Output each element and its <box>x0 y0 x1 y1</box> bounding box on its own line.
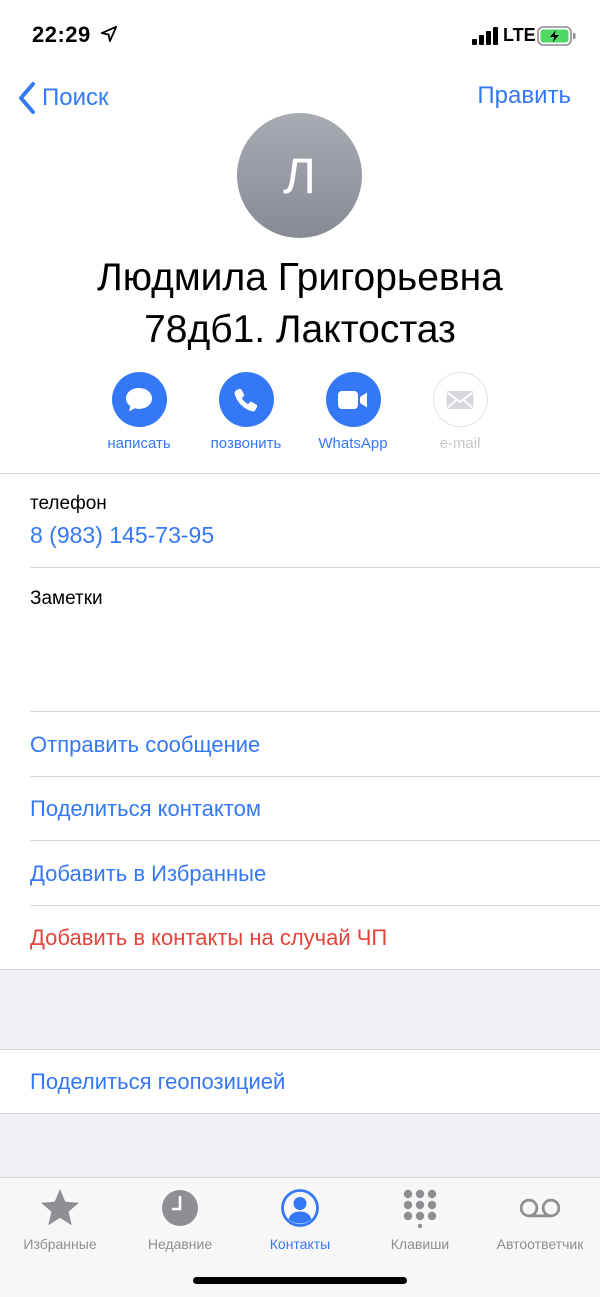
email-action-label: e-mail <box>439 435 481 452</box>
contact-name-line1: Людмила Григорьевна <box>97 256 503 299</box>
tab-voicemail-label: Автоответчик <box>496 1236 584 1252</box>
tab-recents-label: Недавние <box>147 1236 213 1252</box>
whatsapp-action-button[interactable]: WhatsApp <box>298 372 408 452</box>
phone-divider <box>30 567 600 568</box>
envelope-icon <box>446 390 474 409</box>
phone-icon <box>234 388 258 411</box>
battery-charging-icon <box>537 26 576 46</box>
phone-label: телефон <box>30 493 107 514</box>
whatsapp-action-circle <box>325 372 381 427</box>
keypad-icon <box>403 1189 437 1228</box>
header-divider <box>0 473 600 474</box>
row-divider <box>30 905 600 906</box>
share-location-link[interactable]: Поделиться геопозицией <box>30 1069 285 1095</box>
avatar-initial: Л <box>283 147 316 204</box>
location-arrow-icon <box>100 25 118 43</box>
add-emergency-contact-link[interactable]: Добавить в контакты на случай ЧП <box>30 925 387 951</box>
message-action-circle <box>111 372 167 427</box>
star-icon <box>41 1189 79 1226</box>
message-action-button[interactable]: написать <box>84 372 194 452</box>
voicemail-icon <box>519 1198 561 1218</box>
call-action-label: позвонить <box>210 435 282 452</box>
tab-keypad[interactable]: Клавиши <box>360 1186 480 1252</box>
signal-bars-icon <box>472 27 498 45</box>
message-action-label: написать <box>107 435 171 452</box>
email-action-circle <box>432 372 488 427</box>
email-action-button[interactable]: e-mail <box>405 372 515 452</box>
bottom-spacer <box>0 1113 600 1177</box>
share-contact-link[interactable]: Поделиться контактом <box>30 796 261 822</box>
contact-name: Людмила Григорьевна 78дб1. Лактостаз <box>0 252 600 356</box>
tab-favorites-label: Избранные <box>23 1236 97 1252</box>
phone-number-link[interactable]: 8 (983) 145-73-95 <box>30 522 214 549</box>
call-action-circle <box>218 372 274 427</box>
home-indicator[interactable] <box>193 1277 407 1284</box>
status-time: 22:29 <box>32 22 91 47</box>
quick-actions: написать позвонить WhatsApp e-mail <box>0 372 600 462</box>
call-action-button[interactable]: позвонить <box>191 372 301 452</box>
tab-contacts[interactable]: Контакты <box>240 1186 360 1252</box>
back-label: Поиск <box>42 84 109 111</box>
tab-recents[interactable]: Недавние <box>120 1186 240 1252</box>
avatar: Л <box>237 113 362 238</box>
chevron-left-icon <box>19 82 35 114</box>
notes-divider <box>30 711 600 712</box>
message-bubble-icon <box>126 387 152 411</box>
notes-field[interactable] <box>30 620 570 705</box>
network-label: LTE <box>503 25 536 45</box>
whatsapp-action-label: WhatsApp <box>318 435 388 452</box>
notes-label: Заметки <box>30 588 103 609</box>
clock-icon <box>162 1190 198 1226</box>
section-spacer <box>0 969 600 1050</box>
edit-button[interactable]: Править <box>477 82 571 110</box>
tab-favorites[interactable]: Избранные <box>0 1186 120 1252</box>
person-circle-icon <box>281 1189 319 1227</box>
contact-name-line2: 78дб1. Лактостаз <box>144 308 456 351</box>
tab-voicemail[interactable]: Автоответчик <box>480 1186 600 1252</box>
tab-contacts-label: Контакты <box>269 1236 331 1252</box>
row-divider <box>30 776 600 777</box>
back-button[interactable]: Поиск <box>16 78 109 118</box>
add-favorites-link[interactable]: Добавить в Избранные <box>30 861 266 887</box>
video-camera-icon <box>338 390 367 409</box>
tab-keypad-label: Клавиши <box>390 1236 450 1252</box>
status-bar: 22:29 LTE <box>0 0 600 70</box>
row-divider <box>30 840 600 841</box>
send-message-link[interactable]: Отправить сообщение <box>30 732 260 758</box>
